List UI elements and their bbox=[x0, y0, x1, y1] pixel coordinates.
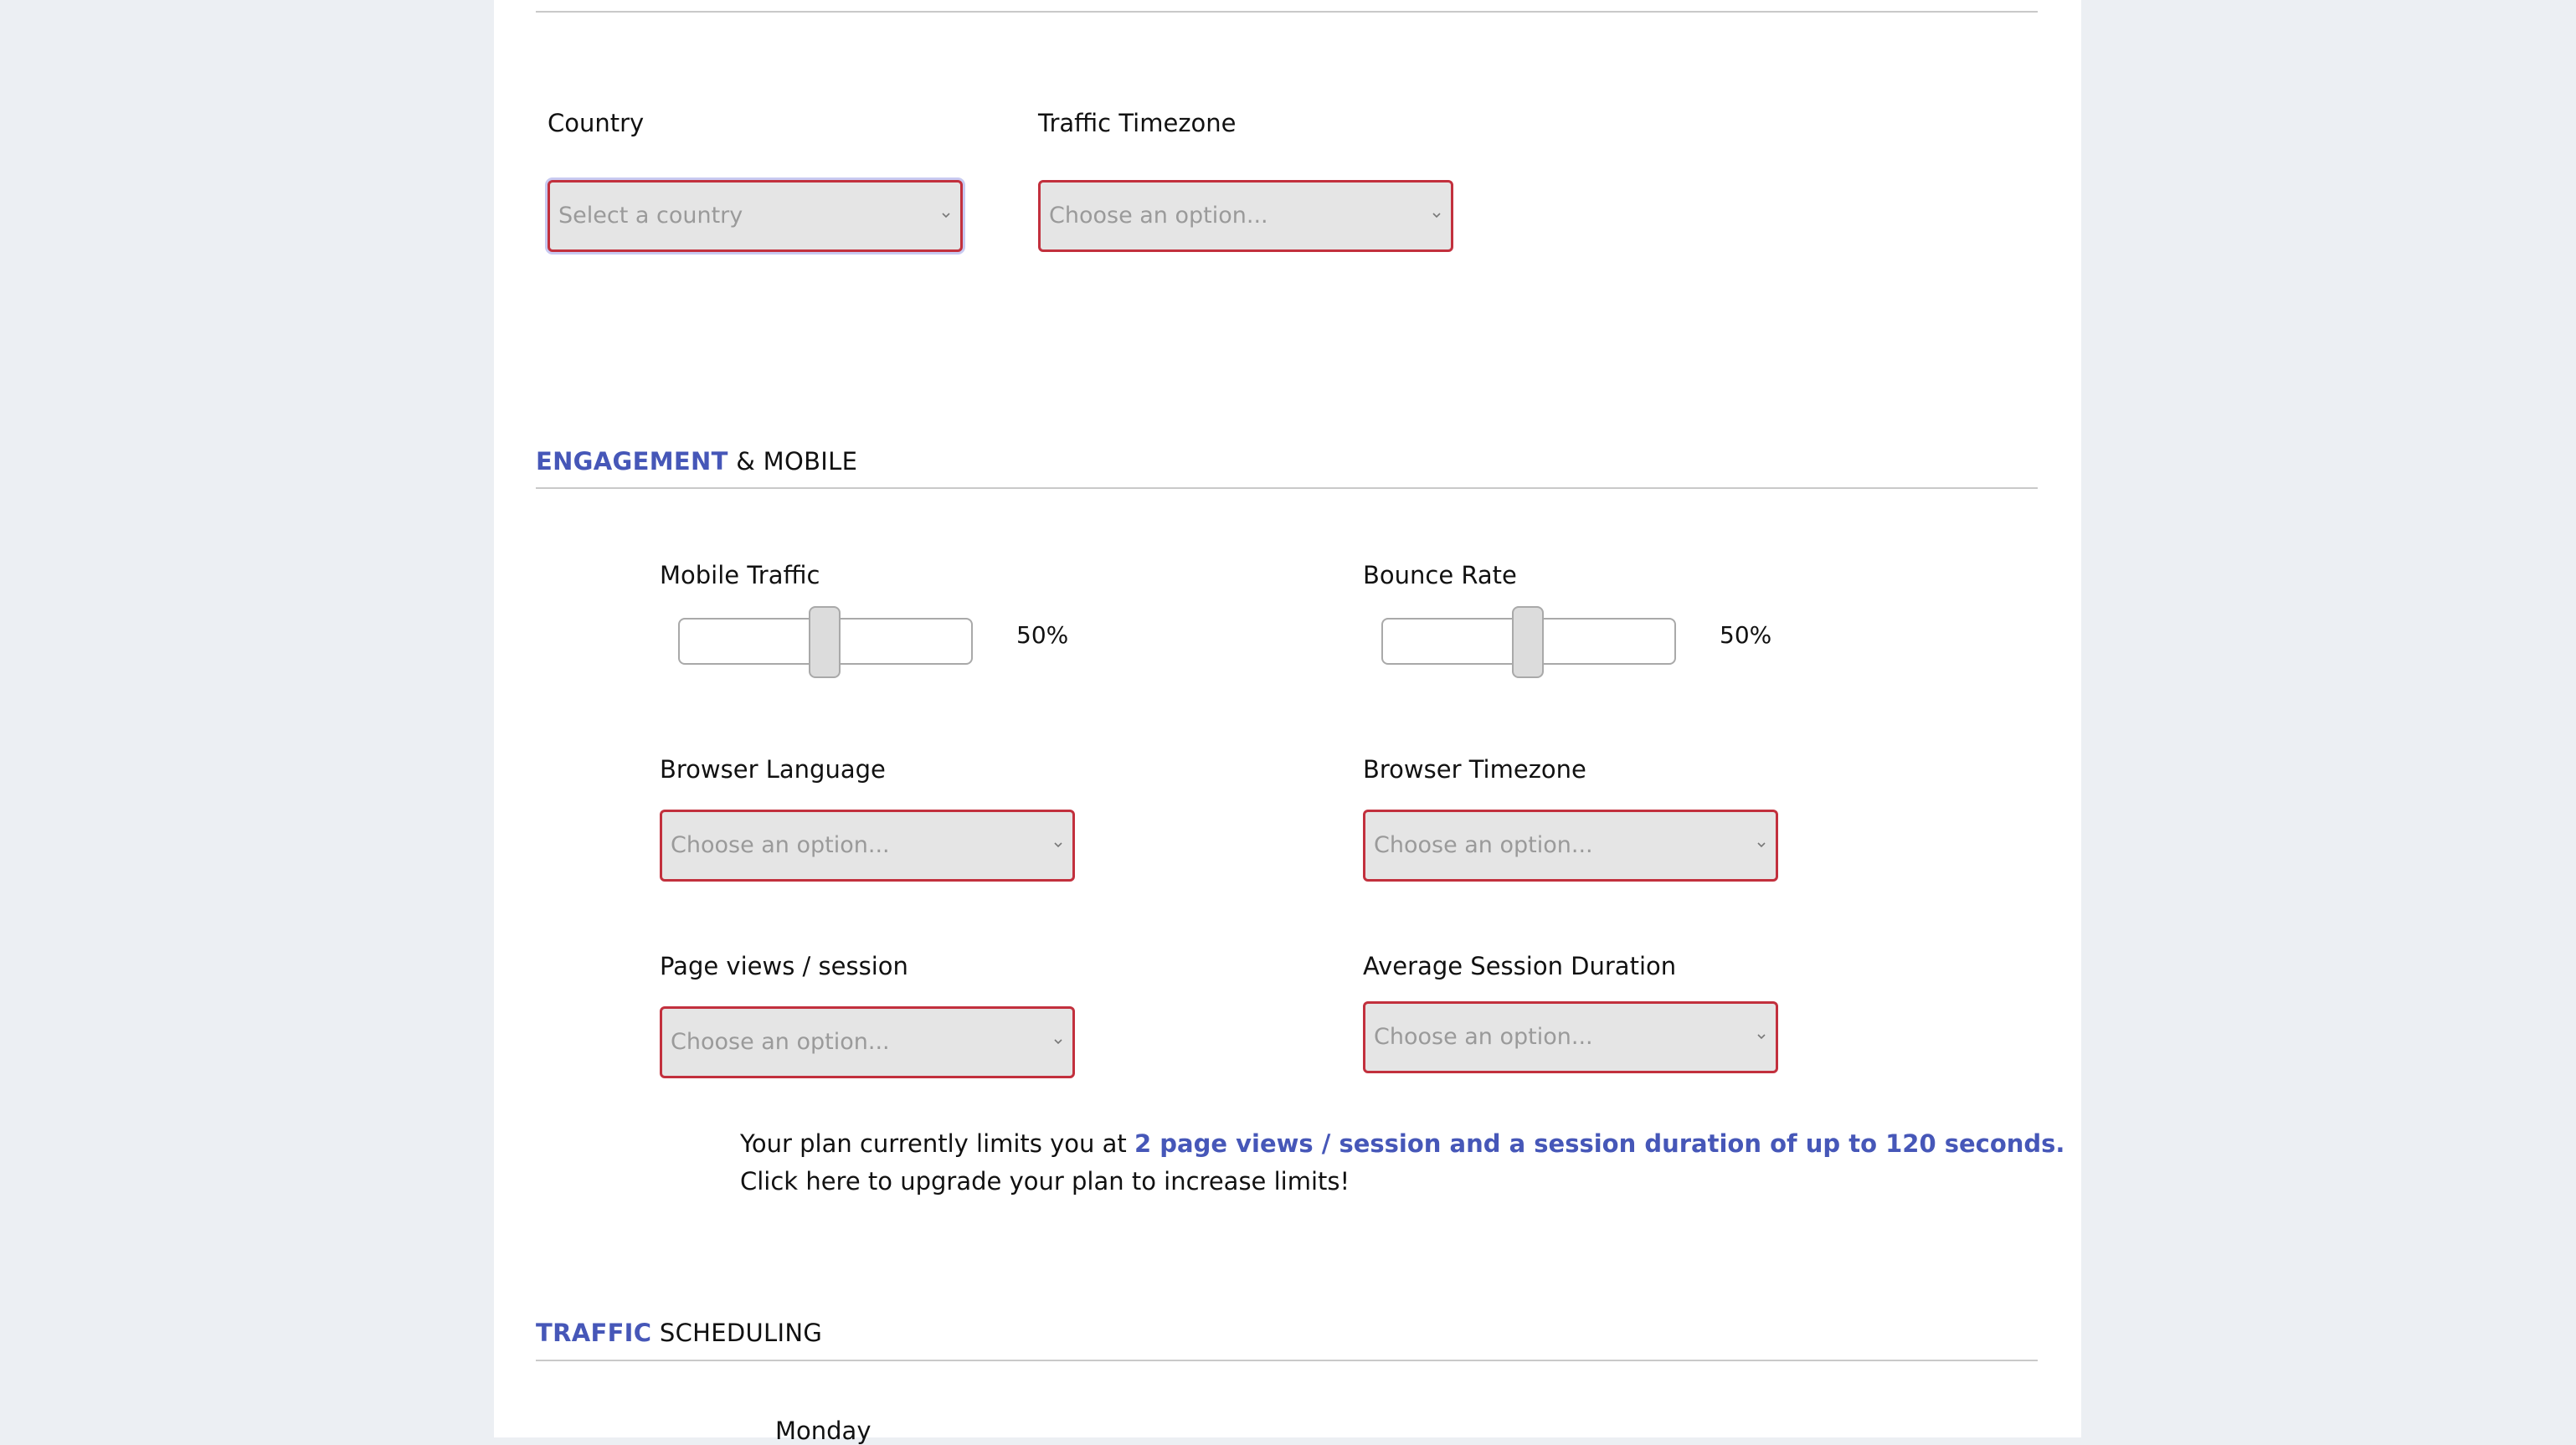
page-views-select-placeholder: Choose an option... bbox=[671, 1029, 890, 1055]
page-views-select[interactable]: Choose an option... bbox=[660, 1006, 1075, 1078]
chevron-down-icon bbox=[1757, 842, 1766, 848]
upgrade-plan-link[interactable]: Click here to upgrade your plan to incre… bbox=[740, 1167, 1350, 1196]
scheduling-title-accent: TRAFFIC bbox=[536, 1319, 652, 1347]
browser-language-select-placeholder: Choose an option... bbox=[671, 832, 890, 858]
plan-limit-prefix: Your plan currently limits you at bbox=[740, 1129, 1134, 1158]
traffic-timezone-select[interactable]: Choose an option... bbox=[1038, 180, 1453, 252]
mobile-traffic-label: Mobile Traffic bbox=[660, 561, 820, 589]
chevron-down-icon bbox=[942, 213, 950, 219]
section-divider bbox=[536, 11, 2038, 13]
browser-language-label: Browser Language bbox=[660, 755, 886, 784]
browser-timezone-select[interactable]: Choose an option... bbox=[1363, 810, 1778, 882]
mobile-traffic-value: 50% bbox=[1016, 621, 1069, 649]
engagement-section-title: ENGAGEMENT & MOBILE bbox=[536, 447, 857, 476]
traffic-timezone-select-placeholder: Choose an option... bbox=[1049, 203, 1268, 229]
country-select-placeholder: Select a country bbox=[558, 203, 743, 229]
schedule-day-label: Monday bbox=[775, 1417, 872, 1445]
scheduling-section-title: TRAFFIC SCHEDULING bbox=[536, 1319, 822, 1347]
mobile-traffic-slider-thumb[interactable] bbox=[809, 606, 841, 678]
session-duration-select-placeholder: Choose an option... bbox=[1374, 1024, 1593, 1050]
bounce-rate-slider-thumb[interactable] bbox=[1512, 606, 1544, 678]
browser-timezone-label: Browser Timezone bbox=[1363, 755, 1586, 784]
traffic-timezone-label: Traffic Timezone bbox=[1038, 109, 1237, 137]
bounce-rate-value: 50% bbox=[1720, 621, 1772, 649]
session-duration-label: Average Session Duration bbox=[1363, 952, 1677, 980]
session-duration-select[interactable]: Choose an option... bbox=[1363, 1001, 1778, 1073]
chevron-down-icon bbox=[1054, 842, 1062, 848]
engagement-title-rest: & MOBILE bbox=[736, 447, 858, 476]
section-divider bbox=[536, 487, 2038, 489]
country-label: Country bbox=[548, 109, 645, 137]
browser-timezone-select-placeholder: Choose an option... bbox=[1374, 832, 1593, 858]
plan-limit-note: Your plan currently limits you at 2 page… bbox=[740, 1129, 2064, 1158]
section-divider bbox=[536, 1360, 2038, 1361]
chevron-down-icon bbox=[1432, 213, 1441, 219]
page-views-label: Page views / session bbox=[660, 952, 908, 980]
chevron-down-icon bbox=[1757, 1034, 1766, 1040]
engagement-title-accent: ENGAGEMENT bbox=[536, 447, 728, 476]
bounce-rate-label: Bounce Rate bbox=[1363, 561, 1517, 589]
country-select[interactable]: Select a country bbox=[548, 180, 963, 252]
scheduling-title-rest: SCHEDULING bbox=[659, 1319, 823, 1347]
browser-language-select[interactable]: Choose an option... bbox=[660, 810, 1075, 882]
plan-limit-highlight: 2 page views / session and a session dur… bbox=[1134, 1129, 2065, 1158]
chevron-down-icon bbox=[1054, 1039, 1062, 1045]
